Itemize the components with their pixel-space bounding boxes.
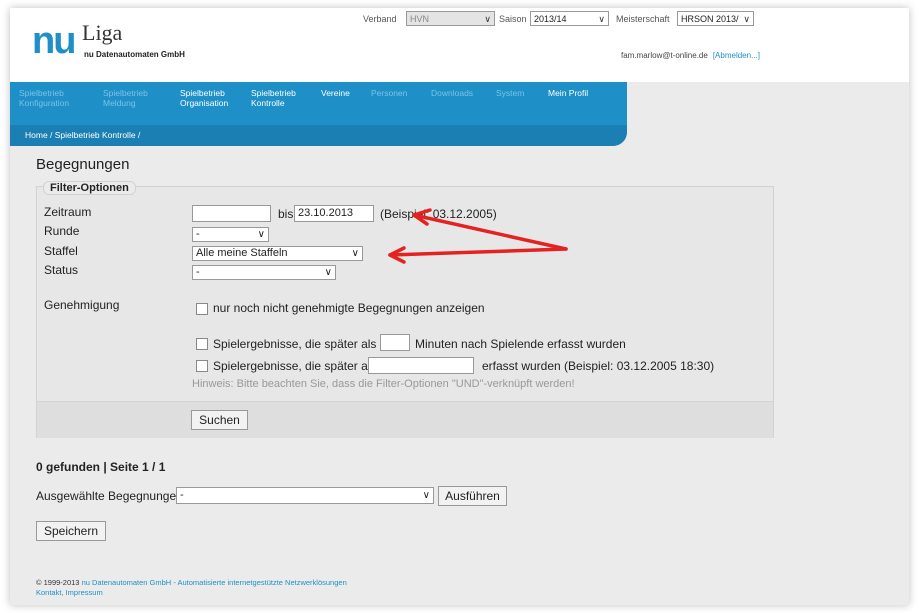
saison-select[interactable]: 2013/14 ∨	[530, 11, 609, 26]
execute-button[interactable]: Ausführen	[438, 486, 507, 506]
chevron-down-icon: ∨	[484, 14, 491, 24]
spieler-minuten-label-post: Minuten nach Spielende erfasst wurden	[415, 337, 626, 351]
nav-item-personen[interactable]: Personen	[371, 88, 407, 98]
filter-legend: Filter-Optionen	[43, 181, 136, 195]
chevron-down-icon: ∨	[324, 267, 332, 278]
spieler-minuten-label-pre: Spielergebnisse, die später als	[213, 337, 377, 351]
spieler-datum-input[interactable]	[368, 357, 474, 374]
nav-item-vereine[interactable]: Vereine	[321, 88, 350, 98]
footer: © 1999-2013 nu Datenautomaten GmbH - Aut…	[36, 578, 347, 598]
logout-link[interactable]: [Abmelden...]	[713, 51, 760, 60]
runde-label: Runde	[44, 224, 80, 238]
selected-action-select[interactable]: - ∨	[176, 487, 434, 504]
logo-subtitle: nu Datenautomaten GmbH	[84, 50, 185, 59]
meisterschaft-select[interactable]: HRSON 2013/ ∨	[677, 11, 754, 26]
chevron-down-icon: ∨	[598, 14, 605, 24]
chevron-down-icon: ∨	[743, 14, 750, 24]
footer-tagline: - Automatisierte internetgestützte Netzw…	[173, 578, 347, 587]
nav-item-downloads[interactable]: Downloads	[431, 88, 473, 98]
bis-label: bis	[278, 207, 294, 221]
save-button[interactable]: Speichern	[36, 521, 106, 541]
user-email: fam.marlow@t-online.de	[621, 51, 708, 60]
nav-item-spielbetrieb-konfiguration[interactable]: Spielbetrieb Konfiguration	[19, 88, 69, 108]
runde-select[interactable]: - ∨	[192, 227, 269, 242]
nav-item-mein-profil[interactable]: Mein Profil	[548, 88, 588, 98]
zeitraum-label: Zeitraum	[44, 205, 92, 219]
nav-item-spielbetrieb-kontrolle[interactable]: Spielbetrieb Kontrolle	[251, 88, 296, 108]
breadcrumb[interactable]: Home / Spielbetrieb Kontrolle /	[25, 130, 140, 140]
spieler-datum-checkbox[interactable]	[196, 360, 208, 372]
result-count: 0 gefunden | Seite 1 / 1	[36, 460, 166, 474]
chevron-down-icon: ∨	[351, 248, 359, 259]
selected-action-value: -	[180, 489, 184, 501]
spieler-datum-label-post: erfasst wurden (Beispiel: 03.12.2005 18:…	[482, 359, 715, 373]
genehmigung-checkbox[interactable]	[196, 303, 208, 315]
footer-company-link[interactable]: nu Datenautomaten GmbH	[82, 578, 172, 587]
status-value: -	[196, 266, 200, 278]
staffel-value: Alle meine Staffeln	[196, 247, 288, 259]
search-button[interactable]: Suchen	[191, 410, 248, 430]
footer-contact-link[interactable]: Kontakt, Impressum	[36, 588, 103, 597]
saison-label: Saison	[499, 14, 527, 24]
logo-nu: nu	[32, 20, 76, 62]
top-header: nu Liga nu Datenautomaten GmbH Verband H…	[10, 8, 909, 82]
chevron-down-icon: ∨	[422, 490, 430, 501]
genehmigung-checkbox-label: nur noch nicht genehmigte Begegnungen an…	[213, 301, 485, 315]
verband-select[interactable]: HVN ∨	[406, 11, 495, 26]
saison-value: 2013/14	[534, 14, 567, 24]
staffel-select[interactable]: Alle meine Staffeln ∨	[192, 246, 363, 261]
status-label: Status	[44, 263, 79, 277]
filter-button-row: Suchen	[37, 401, 773, 438]
filter-options: Filter-Optionen Zeitraum bis 23.10.2013 …	[36, 181, 774, 438]
verband-value: HVN	[410, 14, 430, 24]
logo-liga: Liga	[82, 20, 123, 45]
genehmigung-label: Genehmigung	[44, 298, 120, 312]
breadcrumb-bar: Home / Spielbetrieb Kontrolle /	[10, 125, 627, 146]
meisterschaft-label: Meisterschaft	[616, 14, 670, 24]
staffel-label: Staffel	[44, 244, 78, 258]
runde-value: -	[196, 228, 200, 240]
chevron-down-icon: ∨	[257, 229, 265, 240]
spieler-datum-label-pre: Spielergebnisse, die später als	[213, 359, 377, 373]
nav-item-spielbetrieb-organisation[interactable]: Spielbetrieb Organisation	[180, 88, 228, 108]
page-container: nu Liga nu Datenautomaten GmbH Verband H…	[10, 8, 909, 605]
zeitraum-to-input[interactable]: 23.10.2013	[294, 205, 374, 222]
page-title: Begegnungen	[36, 156, 130, 173]
selected-label: Ausgewählte Begegnungen	[36, 489, 183, 503]
nav-item-system[interactable]: System	[496, 88, 524, 98]
zeitraum-from-input[interactable]	[192, 205, 271, 222]
user-info: fam.marlow@t-online.de [Abmelden...]	[621, 51, 760, 60]
status-select[interactable]: - ∨	[192, 265, 336, 280]
verband-label: Verband	[363, 14, 397, 24]
zeitraum-example: (Beispiel: 03.12.2005)	[380, 207, 497, 221]
filter-hint: Hinweis: Bitte beachten Sie, dass die Fi…	[192, 378, 575, 390]
footer-copyright: © 1999-2013	[36, 578, 80, 587]
nav-item-spielbetrieb-meldung[interactable]: Spielbetrieb Meldung	[103, 88, 148, 108]
spieler-minuten-checkbox[interactable]	[196, 338, 208, 350]
spieler-minuten-input[interactable]	[380, 334, 410, 351]
meisterschaft-value: HRSON 2013/	[681, 14, 739, 24]
